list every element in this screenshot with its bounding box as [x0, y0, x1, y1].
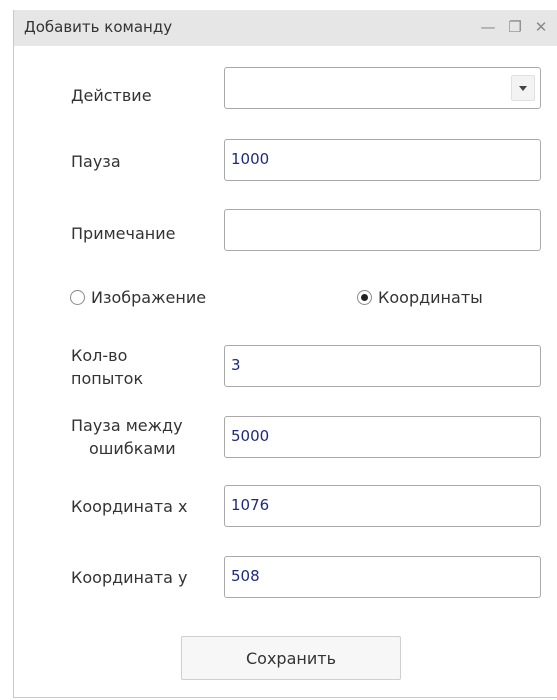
mode-coords-label: Координаты: [378, 288, 483, 307]
error-pause-label-line1: Пауза между: [71, 416, 183, 435]
close-icon[interactable]: ✕: [531, 16, 551, 38]
action-label: Действие: [71, 86, 152, 105]
minimize-icon[interactable]: —: [477, 16, 499, 38]
mode-image-radio[interactable]: [70, 290, 85, 305]
title-bar[interactable]: Добавить команду — ❐ ✕: [14, 10, 557, 46]
attempts-label-line2: попыток: [71, 369, 144, 388]
mode-image-label: Изображение: [91, 288, 207, 307]
background-strip: [0, 0, 557, 10]
save-button-label: Сохранить: [246, 648, 336, 668]
action-select[interactable]: [224, 67, 541, 109]
window-title: Добавить команду: [24, 18, 173, 36]
chevron-down-icon[interactable]: [511, 75, 535, 101]
error-pause-input[interactable]: [225, 417, 521, 455]
note-label: Примечание: [71, 224, 176, 243]
attempts-label-line1: Кол-во: [71, 346, 128, 365]
attempts-field[interactable]: [224, 345, 541, 387]
save-button[interactable]: Сохранить: [181, 636, 401, 680]
note-input[interactable]: [225, 210, 521, 248]
error-pause-field[interactable]: [224, 416, 541, 458]
attempts-input[interactable]: [225, 346, 521, 384]
note-field[interactable]: [224, 209, 541, 251]
mode-coords-radio[interactable]: [357, 290, 372, 305]
pause-label: Пауза: [71, 152, 121, 171]
mode-coords-option[interactable]: Координаты: [357, 288, 483, 307]
coord-x-input[interactable]: [225, 486, 521, 524]
pause-input[interactable]: [225, 140, 521, 178]
pause-field[interactable]: [224, 139, 541, 181]
coord-x-label: Координата x: [71, 497, 188, 516]
coord-y-field[interactable]: [224, 556, 541, 598]
error-pause-label-line2: ошибками: [89, 439, 176, 458]
coord-y-label: Координата y: [71, 568, 188, 587]
coord-y-input[interactable]: [225, 557, 521, 595]
coord-x-field[interactable]: [224, 485, 541, 527]
add-command-dialog: Добавить команду — ❐ ✕ Действие Пауза Пр…: [13, 10, 557, 698]
restore-icon[interactable]: ❐: [504, 16, 526, 38]
action-select-value[interactable]: [225, 68, 521, 106]
mode-image-option[interactable]: Изображение: [70, 288, 206, 307]
